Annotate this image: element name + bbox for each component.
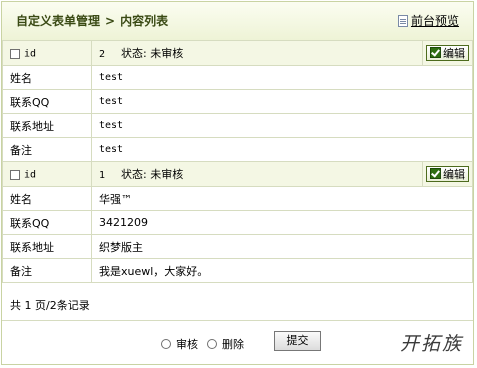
field-label: 联系QQ xyxy=(2,89,92,114)
breadcrumb-parent[interactable]: 自定义表单管理 xyxy=(16,14,100,28)
table-row: 姓名 华强™ xyxy=(2,186,473,211)
submit-button[interactable]: 提交 xyxy=(274,331,321,351)
field-label: 联系QQ xyxy=(2,210,92,235)
checkmark-icon xyxy=(430,47,441,59)
table-row: 联系QQ test xyxy=(2,89,473,114)
record-id: 1 xyxy=(99,170,106,181)
table-row: 姓名 test xyxy=(2,65,473,90)
delete-label: 删除 xyxy=(222,338,244,351)
frontend-preview-link[interactable]: 前台预览 xyxy=(397,12,459,29)
field-label: 联系地址 xyxy=(2,234,92,259)
edit-label: 编辑 xyxy=(443,167,465,181)
record-select-cell: id xyxy=(2,161,92,187)
record-checkbox[interactable] xyxy=(10,169,20,180)
record-checkbox[interactable] xyxy=(10,48,20,59)
table-row: 联系地址 test xyxy=(2,113,473,138)
action-radio-group: 审核 删除 xyxy=(161,336,248,352)
pagination-summary: 共 1 页/2条记录 xyxy=(2,292,473,321)
approve-radio[interactable] xyxy=(161,339,171,349)
field-value: 华强™ xyxy=(91,186,473,211)
table-row: 备注 test xyxy=(2,137,473,162)
approve-label: 审核 xyxy=(176,338,198,351)
field-label: 联系地址 xyxy=(2,113,92,138)
record-status: 状态: 未审核 xyxy=(121,168,184,181)
field-label: 备注 xyxy=(2,137,92,162)
field-value: 我是xuewl，大家好。 xyxy=(91,258,473,283)
edit-label: 编辑 xyxy=(443,46,465,60)
content-list-panel: 自定义表单管理 > 内容列表 前台预览 id 2 状态: 未审核 编辑 姓名 t… xyxy=(1,1,474,365)
record-info-cell: 1 状态: 未审核 xyxy=(91,161,423,187)
field-value: test xyxy=(91,65,473,90)
field-label: 姓名 xyxy=(2,65,92,90)
delete-radio[interactable] xyxy=(207,339,217,349)
records-table: id 2 状态: 未审核 编辑 姓名 test 联系QQ test 联系地址 te… xyxy=(2,40,473,283)
edit-cell: 编辑 xyxy=(422,40,473,66)
edit-cell: 编辑 xyxy=(422,161,473,187)
field-value: 织梦版主 xyxy=(91,234,473,259)
table-row: 联系地址 织梦版主 xyxy=(2,234,473,259)
record-header-row: id 2 状态: 未审核 编辑 xyxy=(2,40,473,66)
breadcrumb-current: 内容列表 xyxy=(120,14,169,28)
record-header-row: id 1 状态: 未审核 编辑 xyxy=(2,161,473,187)
preview-label: 前台预览 xyxy=(410,14,459,28)
field-value: test xyxy=(91,137,473,162)
breadcrumb: 自定义表单管理 > 内容列表 xyxy=(16,12,168,29)
field-label: 备注 xyxy=(2,258,92,283)
watermark-text: 开拓族 xyxy=(399,333,463,355)
id-label: id xyxy=(24,48,37,59)
record-status: 状态: 未审核 xyxy=(121,47,184,60)
checkmark-icon xyxy=(430,168,441,180)
field-label: 姓名 xyxy=(2,186,92,211)
edit-button[interactable]: 编辑 xyxy=(426,165,469,182)
table-row: 联系QQ 3421209 xyxy=(2,210,473,235)
id-label: id xyxy=(24,169,37,180)
record-select-cell: id xyxy=(2,40,92,66)
field-value: 3421209 xyxy=(91,210,473,235)
edit-button[interactable]: 编辑 xyxy=(426,44,469,61)
breadcrumb-separator: > xyxy=(105,14,116,28)
record-id: 2 xyxy=(99,49,106,60)
title-bar: 自定义表单管理 > 内容列表 前台预览 xyxy=(2,2,473,41)
field-value: test xyxy=(91,89,473,114)
table-row: 备注 我是xuewl，大家好。 xyxy=(2,258,473,283)
record-info-cell: 2 状态: 未审核 xyxy=(91,40,423,66)
field-value: test xyxy=(91,113,473,138)
document-icon xyxy=(397,14,408,27)
